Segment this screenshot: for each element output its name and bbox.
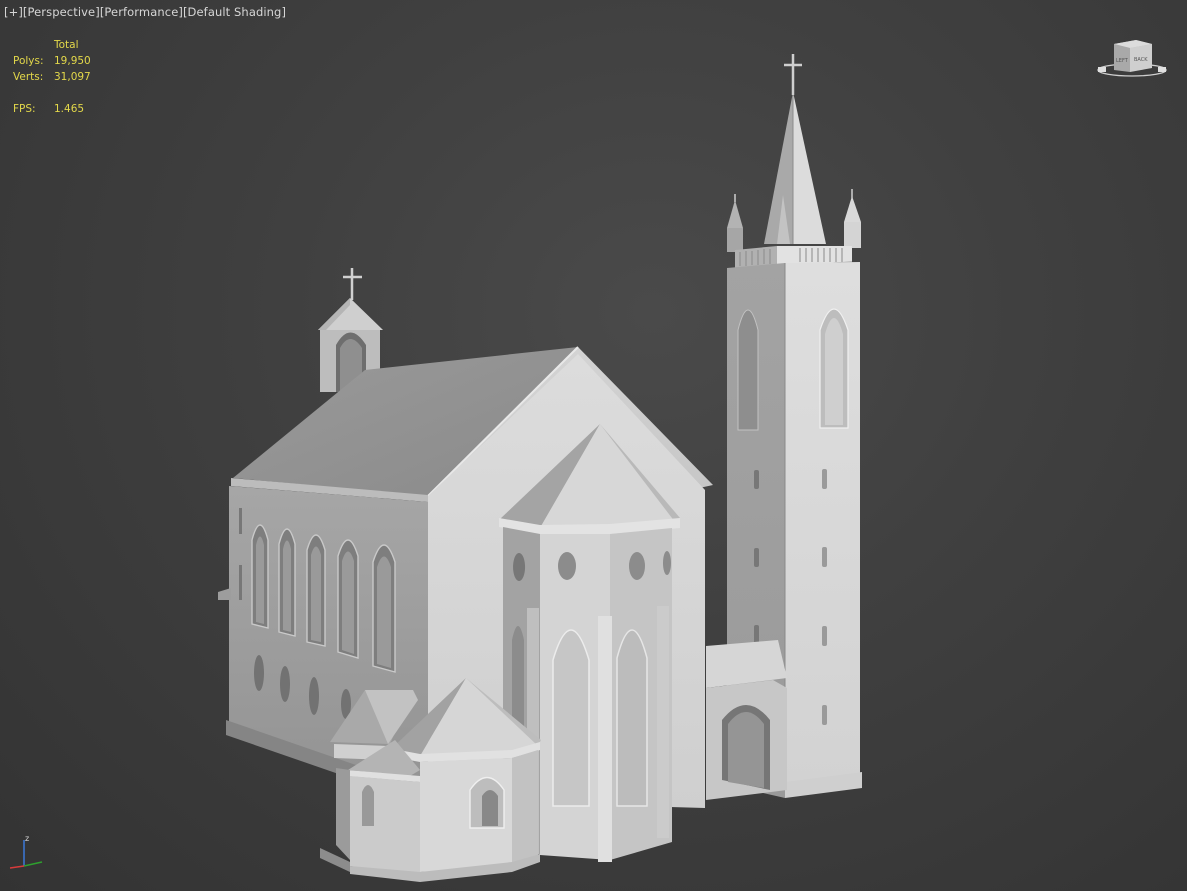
chapel-wall-right (512, 750, 538, 868)
tower-cross (784, 54, 802, 95)
viewport-perspective[interactable]: [+] [Perspective] [Performance] [Default… (0, 0, 1187, 891)
viewcube-icon[interactable]: LEFT BACK (1094, 36, 1170, 80)
gizmo-z-label: z (25, 834, 29, 843)
tower-spire-left-face (764, 92, 793, 244)
tower-pinnacle-left (727, 200, 743, 228)
church-model[interactable] (0, 0, 1187, 891)
archway-passage[interactable] (706, 640, 787, 800)
apse-arch-panel-2 (616, 629, 648, 807)
apse-arch-panel-1 (552, 629, 590, 807)
tower-pinnacle-right (844, 196, 861, 222)
viewcube-face-back[interactable]: BACK (1134, 57, 1148, 63)
viewcube-face-left[interactable]: LEFT (1116, 58, 1129, 64)
tower-spire-right-face (793, 92, 826, 244)
tower-belfry-arch-left (737, 309, 759, 431)
axis-gizmo-icon: z (9, 834, 43, 869)
